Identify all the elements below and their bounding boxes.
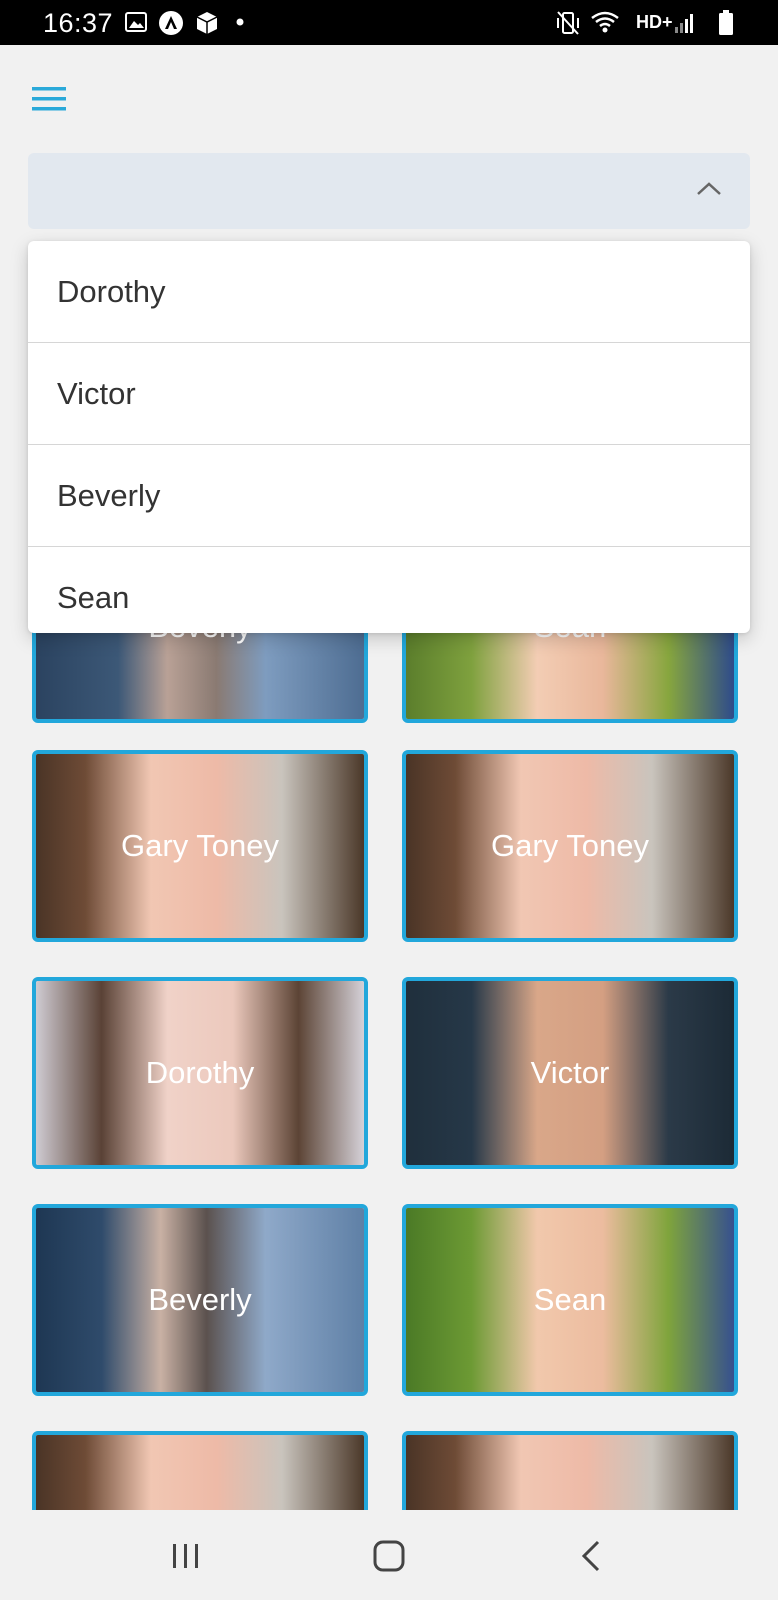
chevron-up-icon — [697, 182, 721, 195]
person-name: Victor — [530, 1055, 610, 1090]
person-card[interactable]: Dorothy — [32, 977, 368, 1169]
person-photo — [406, 1435, 734, 1510]
dropdown-option[interactable]: Dorothy — [28, 241, 750, 343]
back-icon[interactable] — [572, 1538, 612, 1574]
dropdown-option[interactable]: Beverly — [28, 445, 750, 547]
select-dropdown: Dorothy Victor Beverly Sean — [28, 241, 750, 633]
person-card[interactable]: Gary Toney — [402, 750, 738, 942]
person-name: Dorothy — [145, 1055, 255, 1090]
dropdown-option[interactable]: Sean — [28, 547, 750, 633]
person-card[interactable] — [402, 1431, 738, 1510]
person-card[interactable]: Gary Toney — [32, 750, 368, 942]
person-select[interactable] — [28, 153, 750, 229]
person-name: Beverly — [148, 1282, 252, 1317]
home-icon[interactable] — [369, 1538, 409, 1574]
person-name: Gary Toney — [491, 828, 649, 863]
dropdown-option[interactable]: Victor — [28, 343, 750, 445]
person-card[interactable]: Victor — [402, 977, 738, 1169]
person-card[interactable] — [32, 1431, 368, 1510]
system-nav-bar — [0, 1510, 778, 1600]
person-name: Gary Toney — [121, 828, 279, 863]
recents-icon[interactable] — [166, 1538, 206, 1574]
person-card[interactable]: Beverly — [32, 1204, 368, 1396]
person-photo — [36, 1435, 364, 1510]
person-name: Sean — [533, 1282, 607, 1317]
person-card[interactable]: Sean — [402, 1204, 738, 1396]
